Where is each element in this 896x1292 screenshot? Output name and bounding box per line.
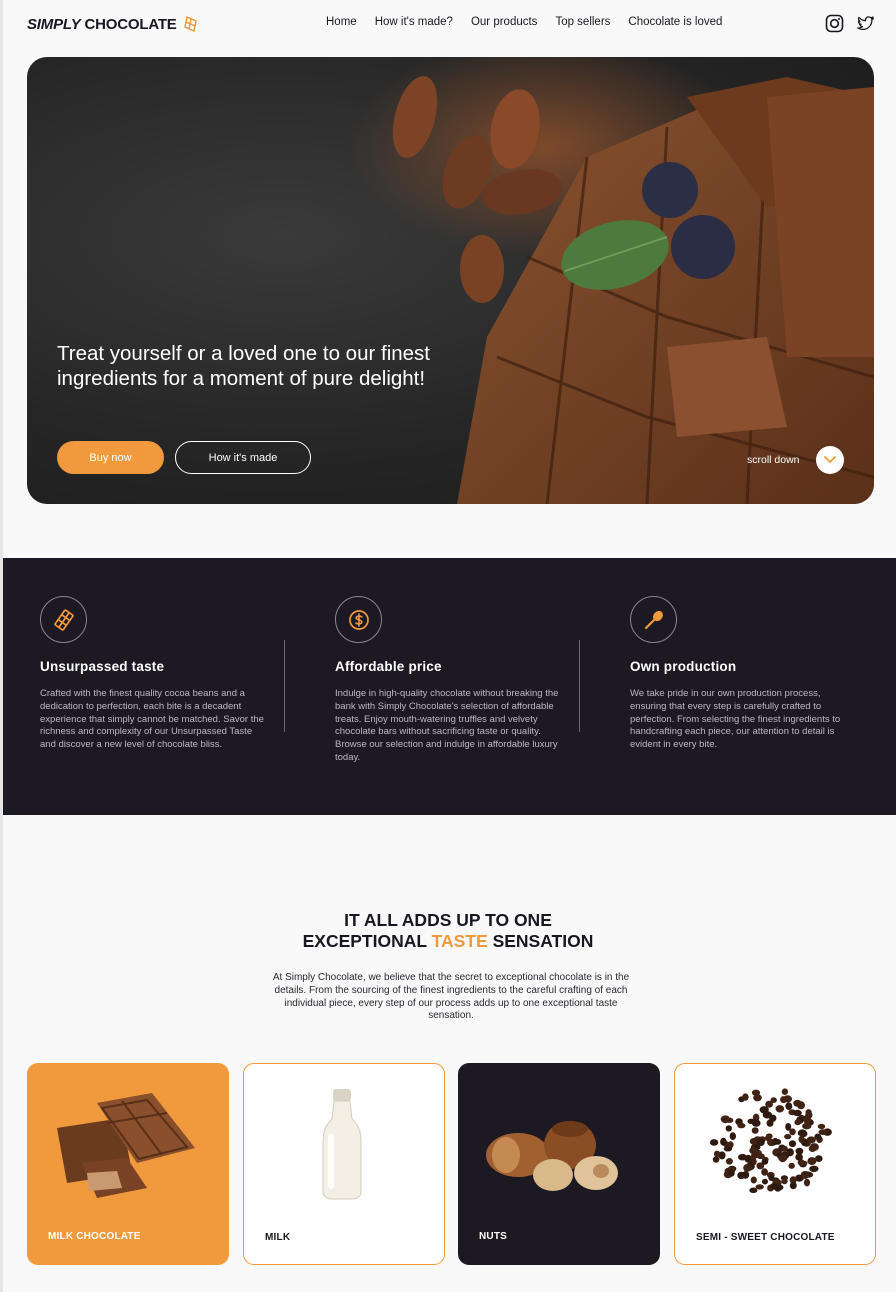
logo-text-simply: SIMPLY [27, 15, 81, 33]
feature-text: Crafted with the finest quality cocoa be… [40, 688, 264, 751]
chocolate-logo-icon [183, 16, 197, 32]
site-header: SIMPLY CHOCOLATE Home How it's made? Our… [27, 0, 875, 48]
chocolate-bar-icon [53, 608, 74, 631]
card-milk-chocolate[interactable]: MILK CHOCOLATE [27, 1063, 229, 1265]
hero-chocolate-image [347, 57, 874, 504]
feature-icon-circle [40, 596, 87, 643]
nav-how-its-made[interactable]: How it's made? [375, 16, 453, 28]
hero-banner: Treat yourself or a loved one to our fin… [27, 57, 874, 504]
logo[interactable]: SIMPLY CHOCOLATE [27, 16, 198, 33]
feature-icon-circle [335, 596, 382, 643]
hero-title: Treat yourself or a loved one to our fin… [57, 342, 430, 390]
social-links [825, 14, 875, 33]
chevron-down-icon [824, 456, 836, 464]
dollar-coin-icon [348, 609, 369, 630]
nav-our-products[interactable]: Our products [471, 16, 537, 28]
how-its-made-button[interactable]: How it's made [175, 441, 311, 474]
hazelnuts-image [486, 1121, 618, 1191]
buy-now-button[interactable]: Buy now [57, 441, 164, 474]
feature-icon-circle [630, 596, 677, 643]
feature-divider [579, 640, 580, 732]
section-text: At Simply Chocolate, we believe that the… [272, 972, 630, 1022]
chocolate-chips-image [709, 1088, 832, 1194]
feature-text: Indulge in high-quality chocolate withou… [335, 688, 559, 763]
section-title-accent: TASTE [431, 931, 488, 951]
feature-own-production: Own production We take pride in our own … [630, 596, 858, 752]
card-nuts[interactable]: NUTS [458, 1063, 660, 1265]
feature-text: We take pride in our own production proc… [630, 688, 841, 751]
card-label: MILK CHOCOLATE [48, 1231, 141, 1242]
nav-home[interactable]: Home [326, 16, 357, 28]
nav-chocolate-is-loved[interactable]: Chocolate is loved [628, 16, 722, 28]
card-label: NUTS [479, 1231, 508, 1242]
section-title-line2: EXCEPTIONAL TASTE SENSATION [0, 931, 896, 952]
section-title-post: SENSATION [487, 931, 594, 951]
feature-unsurpassed-taste: Unsurpassed taste Crafted with the fines… [40, 596, 268, 752]
logo-text-chocolate: CHOCOLATE [84, 15, 177, 33]
scroll-down-label: scroll down [747, 454, 800, 466]
card-label: SEMI - SWEET CHOCOLATE [696, 1232, 835, 1243]
feature-affordable-price: Affordable price Indulge in high-quality… [335, 596, 563, 765]
main-nav: Home How it's made? Our products Top sel… [326, 16, 740, 28]
scroll-down-button[interactable] [816, 446, 844, 474]
feature-title: Unsurpassed taste [40, 659, 165, 674]
section-title-line1: IT ALL ADDS UP TO ONE [344, 910, 552, 930]
feature-title: Affordable price [335, 659, 442, 674]
card-label: MILK [265, 1232, 291, 1243]
section-title-pre: EXCEPTIONAL [302, 931, 432, 951]
milk-chocolate-image [57, 1093, 195, 1198]
spoon-icon [644, 610, 663, 629]
nav-top-sellers[interactable]: Top sellers [555, 16, 610, 28]
card-semi-sweet-chocolate[interactable]: SEMI - SWEET CHOCOLATE [674, 1063, 876, 1265]
twitter-icon[interactable] [856, 14, 875, 33]
instagram-icon[interactable] [825, 14, 844, 33]
feature-title: Own production [630, 659, 737, 674]
section-title: IT ALL ADDS UP TO ONE EXCEPTIONAL TASTE … [0, 910, 896, 952]
milk-bottle-image [322, 1089, 362, 1200]
feature-divider [284, 640, 285, 732]
features-band: Unsurpassed taste Crafted with the fines… [3, 558, 896, 815]
card-milk[interactable]: MILK [243, 1063, 445, 1265]
